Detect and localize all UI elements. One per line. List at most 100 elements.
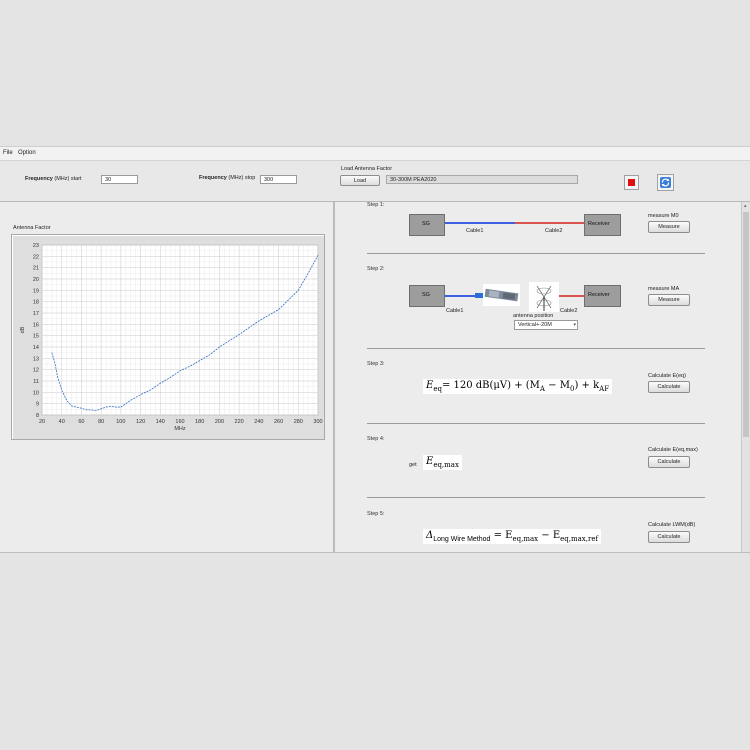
x-tick-label: 20 (39, 419, 45, 425)
y-axis-label: dB (20, 326, 26, 333)
toolbar: Frequency (MHz) start 30 Frequency (MHz)… (0, 161, 750, 202)
antenna-position-label: antenna position (513, 313, 554, 319)
freq-stop-input[interactable]: 300 (260, 175, 297, 184)
step2-receiver-box: Receiver (584, 285, 621, 307)
x-axis-label: MHz (174, 426, 186, 432)
step-separator (367, 423, 705, 424)
graph-frame: 20 40 60 80 100 120 140 160 180 200 220 240 260 280 30… (11, 234, 325, 440)
menu-file[interactable]: File (3, 150, 13, 156)
left-panel: Antenna Factor 20 40 60 80 100 120 140 160 180 20… (0, 202, 333, 552)
attenuator-icon (484, 288, 519, 302)
step4-action-label: Calculate E(eq,max) (648, 447, 698, 453)
x-tick-label: 40 (59, 419, 65, 425)
y-tick-label: 15 (33, 334, 39, 340)
step2-sg-box: SG (409, 285, 445, 307)
freq-start-input[interactable]: 30 (101, 175, 138, 184)
steps-panel: Step 1: SG Receiver Cable1 Cable2 measur… (335, 202, 740, 552)
x-tick-label: 100 (116, 419, 125, 425)
step2-action-label: measure MA (648, 286, 680, 292)
freq-start-label: Frequency (MHz) start (25, 176, 82, 182)
y-tick-label: 19 (33, 288, 39, 294)
x-tick-label: 240 (254, 419, 263, 425)
scroll-up-icon[interactable]: ▴ (744, 203, 747, 209)
step1-sg-box: SG (409, 214, 445, 236)
step-separator (367, 348, 705, 349)
step2-measure-button[interactable]: Measure (648, 294, 690, 306)
step1-cable1-label: Cable1 (466, 228, 484, 234)
y-tick-label: 12 (33, 368, 39, 374)
load-path-display: 30-300M PEA2020 (386, 175, 578, 184)
step2-attenuator-image (483, 284, 520, 306)
refresh-button[interactable] (657, 174, 674, 191)
x-tick-label: 140 (156, 419, 165, 425)
step3-formula: Eeq= 120 dB(μV) + (MA − M0) + kAF (423, 379, 613, 394)
x-tick-label: 220 (235, 419, 244, 425)
step5-calculate-button[interactable]: Calculate (648, 531, 690, 543)
x-tick-label: 80 (98, 419, 104, 425)
application-window: File Option Frequency (MHz) start 30 Fre… (0, 146, 750, 553)
step1-measure-button[interactable]: Measure (648, 221, 690, 233)
antenna-position-value: Vertical+-20M (518, 322, 552, 328)
scrollbar-thumb[interactable] (743, 212, 749, 437)
step4-label: Step 4: (367, 436, 385, 442)
x-tick-label: 300 (313, 419, 322, 425)
y-tick-label: 14 (33, 345, 39, 351)
y-tick-label: 20 (33, 277, 39, 283)
menu-bar: File Option (0, 147, 750, 161)
x-tick-label: 120 (136, 419, 145, 425)
step2-antenna-image (529, 282, 559, 312)
x-tick-label: 180 (195, 419, 204, 425)
step1-cable2-line (515, 222, 585, 224)
vertical-scrollbar[interactable]: ▴ (741, 202, 750, 552)
y-tick-label: 16 (33, 322, 39, 328)
step1-cable2-label: Cable2 (545, 228, 563, 234)
y-tick-label: 10 (33, 390, 39, 396)
freq-stop-label: Frequency (MHz) stop (199, 175, 256, 181)
y-tick-label: 17 (33, 311, 39, 317)
load-antenna-factor-caption: Load Antenna Factor (341, 166, 393, 172)
antenna-position-select[interactable]: Vertical+-20M ▾ (514, 320, 578, 330)
step-separator (367, 497, 705, 498)
step4-get-label: get (409, 462, 417, 468)
x-tick-label: 160 (175, 419, 184, 425)
step4-calculate-button[interactable]: Calculate (648, 456, 690, 468)
step1-label: Step 1: (367, 202, 385, 208)
x-tick-label: 260 (274, 419, 283, 425)
y-tick-label: 18 (33, 300, 39, 306)
y-tick-label: 11 (33, 379, 39, 385)
step4-formula: Eeq,max (423, 455, 462, 470)
y-tick-label: 22 (33, 254, 39, 260)
step1-action-label: measure M0 (648, 213, 679, 219)
step3-action-label: Calculate E(eq) (648, 373, 686, 379)
step5-formula: ΔLong Wire Method = Eeq,max − Eeq,max,re… (423, 529, 602, 544)
y-tick-label: 13 (33, 356, 39, 362)
step2-cable1-label: Cable1 (446, 308, 464, 314)
step5-label: Step 5: (367, 511, 385, 517)
menu-option[interactable]: Option (18, 150, 36, 156)
antenna-factor-chart: 20 40 60 80 100 120 140 160 180 200 220 240 260 280 30… (20, 243, 323, 432)
step-separator (367, 253, 705, 254)
load-button[interactable]: Load (340, 175, 380, 186)
x-tick-label: 60 (78, 419, 84, 425)
step2-cable2-line (559, 295, 584, 297)
step2-label: Step 2: (367, 266, 385, 272)
y-tick-label: 21 (33, 266, 39, 272)
y-tick-label: 8 (36, 413, 39, 419)
stop-button[interactable] (624, 175, 639, 190)
step2-cable2-label: Cable2 (560, 308, 578, 314)
chevron-down-icon: ▾ (573, 322, 576, 328)
antenna-icon (536, 285, 552, 311)
y-tick-label: 23 (33, 243, 39, 249)
graph-title: Antenna Factor (13, 225, 51, 231)
step1-cable1-line (445, 222, 515, 224)
step3-label: Step 3: (367, 361, 385, 367)
step1-receiver-box: Receiver (584, 214, 621, 236)
stop-icon (628, 179, 635, 186)
x-tick-label: 200 (215, 419, 224, 425)
y-tick-label: 9 (36, 402, 39, 408)
x-tick-label: 280 (294, 419, 303, 425)
refresh-icon (660, 177, 671, 188)
step5-action-label: Calculate LWM(dB) (648, 522, 696, 528)
step2-cable1-line (445, 295, 475, 297)
step3-calculate-button[interactable]: Calculate (648, 381, 690, 393)
